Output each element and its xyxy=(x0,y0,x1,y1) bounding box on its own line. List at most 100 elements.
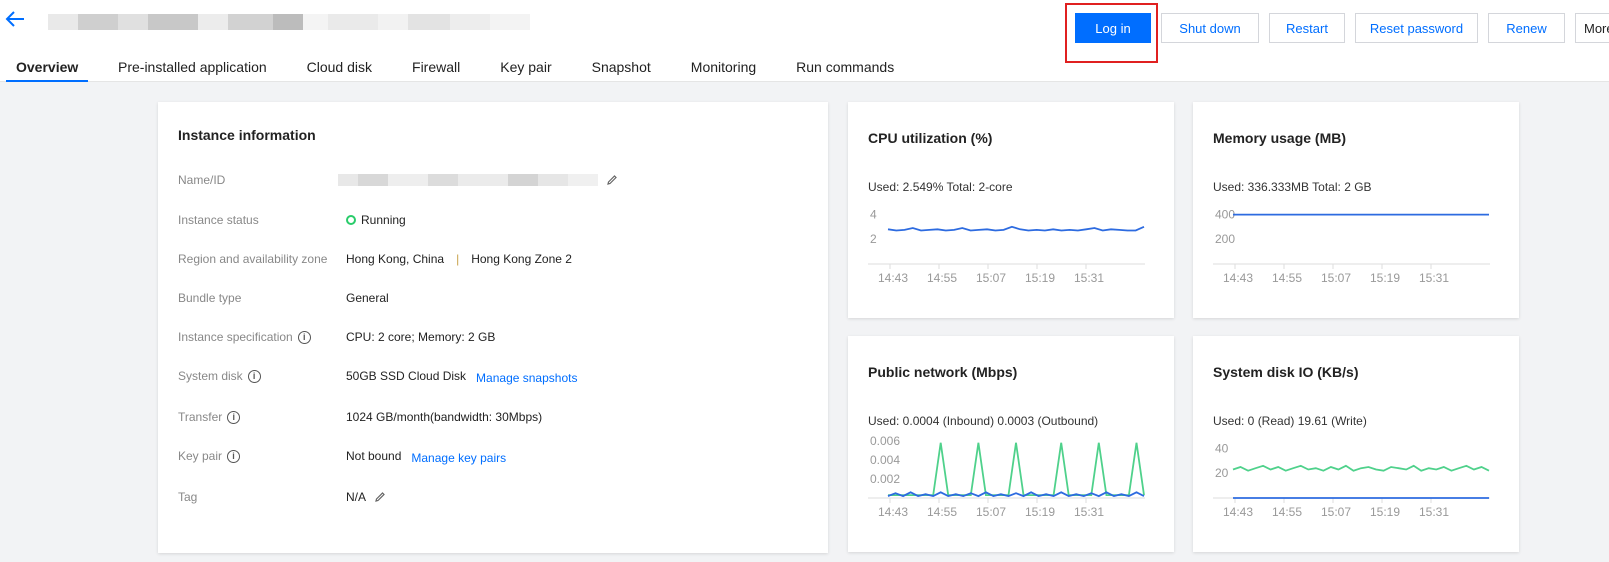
value-bundle: General xyxy=(346,291,389,305)
disk-io-card: System disk IO (KB/s) Used: 0 (Read) 19.… xyxy=(1193,336,1519,552)
region-divider: | xyxy=(456,252,460,266)
bundle-text: General xyxy=(346,291,389,305)
value-disk: 50GB SSD Cloud Disk Manage snapshots xyxy=(346,368,577,385)
x-tick-label: 15:19 xyxy=(1025,505,1055,519)
header: Log in Shut down Restart Reset password … xyxy=(0,0,1609,82)
y-tick-label: 200 xyxy=(1215,232,1235,246)
label-transfer: Transfer i xyxy=(178,410,346,424)
label-status: Instance status xyxy=(178,213,346,227)
row-disk: System disk i 50GB SSD Cloud Disk Manage … xyxy=(178,366,808,386)
x-tick-label: 14:43 xyxy=(878,505,908,519)
y-tick-label: 0.006 xyxy=(870,436,900,448)
info-icon[interactable]: i xyxy=(247,369,261,383)
label-spec: Instance specification i xyxy=(178,330,346,344)
manage-snapshots-link[interactable]: Manage snapshots xyxy=(476,371,577,385)
memory-chart: 400 200 14:43 14:55 15:07 15:19 15:31 xyxy=(1213,207,1490,285)
renew-button[interactable]: Renew xyxy=(1488,13,1565,43)
edit-tag-icon[interactable] xyxy=(374,491,386,503)
value-keypair: Not bound Manage key pairs xyxy=(346,448,506,465)
x-tick-label: 15:07 xyxy=(1321,505,1351,519)
spec-text: CPU: 2 core; Memory: 2 GB xyxy=(346,330,496,344)
y-tick-label: 20 xyxy=(1215,466,1229,480)
x-tick-label: 15:31 xyxy=(1074,505,1104,519)
info-icon[interactable]: i xyxy=(227,449,241,463)
tab-snapshot[interactable]: Snapshot xyxy=(582,57,661,82)
value-transfer: 1024 GB/month(bandwidth: 30Mbps) xyxy=(346,410,542,424)
row-keypair: Key pair i Not bound Manage key pairs xyxy=(178,446,808,466)
restart-button[interactable]: Restart xyxy=(1269,13,1345,43)
tab-run-commands[interactable]: Run commands xyxy=(786,57,904,82)
x-tick-label: 15:31 xyxy=(1419,271,1449,285)
label-status-text: Instance status xyxy=(178,213,259,227)
y-tick-label: 0.004 xyxy=(870,453,900,467)
label-disk-text: System disk xyxy=(178,369,243,383)
more-button[interactable]: More xyxy=(1575,13,1609,43)
x-tick-label: 14:55 xyxy=(927,505,957,519)
network-title: Public network (Mbps) xyxy=(868,364,1018,380)
x-tick-label: 14:43 xyxy=(1223,271,1253,285)
row-name: Name/ID xyxy=(178,170,808,190)
memory-title: Memory usage (MB) xyxy=(1213,130,1347,146)
label-region-text: Region and availability zone xyxy=(178,252,328,266)
row-tag: Tag N/A xyxy=(178,487,808,507)
tab-pre-installed-application[interactable]: Pre-installed application xyxy=(108,57,277,82)
row-region: Region and availability zone Hong Kong, … xyxy=(178,249,808,269)
value-spec: CPU: 2 core; Memory: 2 GB xyxy=(346,330,495,344)
value-tag: N/A xyxy=(346,490,386,504)
label-spec-text: Instance specification xyxy=(178,330,293,344)
zone-text: Hong Kong Zone 2 xyxy=(471,252,572,266)
x-tick-label: 15:07 xyxy=(976,271,1006,285)
label-name: Name/ID xyxy=(178,173,346,187)
disk-io-title: System disk IO (KB/s) xyxy=(1213,364,1359,380)
series-line-0 xyxy=(887,225,1145,232)
label-tag-text: Tag xyxy=(178,490,198,504)
disk-text: 50GB SSD Cloud Disk xyxy=(346,369,467,383)
x-tick-label: 14:55 xyxy=(1272,271,1302,285)
label-bundle-text: Bundle type xyxy=(178,291,242,305)
label-keypair: Key pair i xyxy=(178,449,346,463)
row-transfer: Transfer i 1024 GB/month(bandwidth: 30Mbp… xyxy=(178,407,808,427)
tab-cloud-disk[interactable]: Cloud disk xyxy=(297,57,382,82)
x-tick-label: 14:55 xyxy=(1272,505,1302,519)
label-disk: System disk i xyxy=(178,369,346,383)
x-tick-label: 15:19 xyxy=(1370,505,1400,519)
tab-bar: Overview Pre-installed application Cloud… xyxy=(0,57,904,82)
tab-overview[interactable]: Overview xyxy=(6,57,88,82)
tab-key-pair[interactable]: Key pair xyxy=(490,57,561,82)
y-tick-label: 0.002 xyxy=(870,472,900,486)
cpu-title: CPU utilization (%) xyxy=(868,130,993,146)
info-icon[interactable]: i xyxy=(297,330,311,344)
label-tag: Tag xyxy=(178,490,346,504)
label-transfer-text: Transfer xyxy=(178,410,223,424)
disk-io-chart: 40 20 14:43 14:55 15:07 15:19 15:31 xyxy=(1213,441,1490,519)
series-line-0 xyxy=(1232,464,1490,472)
region-text: Hong Kong, China xyxy=(346,252,445,266)
row-spec: Instance specification i CPU: 2 core; Mem… xyxy=(178,327,808,347)
x-tick-label: 15:19 xyxy=(1025,271,1055,285)
row-bundle: Bundle type General xyxy=(178,288,808,308)
tab-firewall[interactable]: Firewall xyxy=(402,57,470,82)
x-tick-label: 15:19 xyxy=(1370,271,1400,285)
x-tick-label: 14:55 xyxy=(927,271,957,285)
tab-monitoring[interactable]: Monitoring xyxy=(681,57,766,82)
series-line-0 xyxy=(888,442,1145,496)
shutdown-button[interactable]: Shut down xyxy=(1161,13,1259,43)
label-name-text: Name/ID xyxy=(178,173,226,187)
y-tick-label: 400 xyxy=(1215,207,1235,221)
arrow-left-icon[interactable] xyxy=(4,8,26,30)
cpu-used: Used: 2.549% Total: 2-core xyxy=(868,180,1013,194)
cpu-card: CPU utilization (%) Used: 2.549% Total: … xyxy=(848,102,1174,318)
x-tick-label: 15:31 xyxy=(1074,271,1104,285)
cpu-chart: 4 2 14:43 14:55 15:07 15:19 15:31 xyxy=(868,207,1145,285)
manage-key-pairs-link[interactable]: Manage key pairs xyxy=(411,451,506,465)
reset-password-button[interactable]: Reset password xyxy=(1355,13,1478,43)
instance-info-card: Instance information Name/ID Instance st… xyxy=(158,102,828,553)
network-chart: 0.006 0.004 0.002 14:43 14:55 15:07 15:19 15:31 xyxy=(868,436,1145,519)
disk-io-used: Used: 0 (Read) 19.61 (Write) xyxy=(1213,414,1367,428)
y-tick-label: 40 xyxy=(1215,441,1229,455)
info-icon[interactable]: i xyxy=(227,410,241,424)
status-text: Running xyxy=(361,213,406,227)
value-name xyxy=(338,174,618,186)
edit-name-icon[interactable] xyxy=(606,174,618,186)
x-tick-label: 15:07 xyxy=(1321,271,1351,285)
